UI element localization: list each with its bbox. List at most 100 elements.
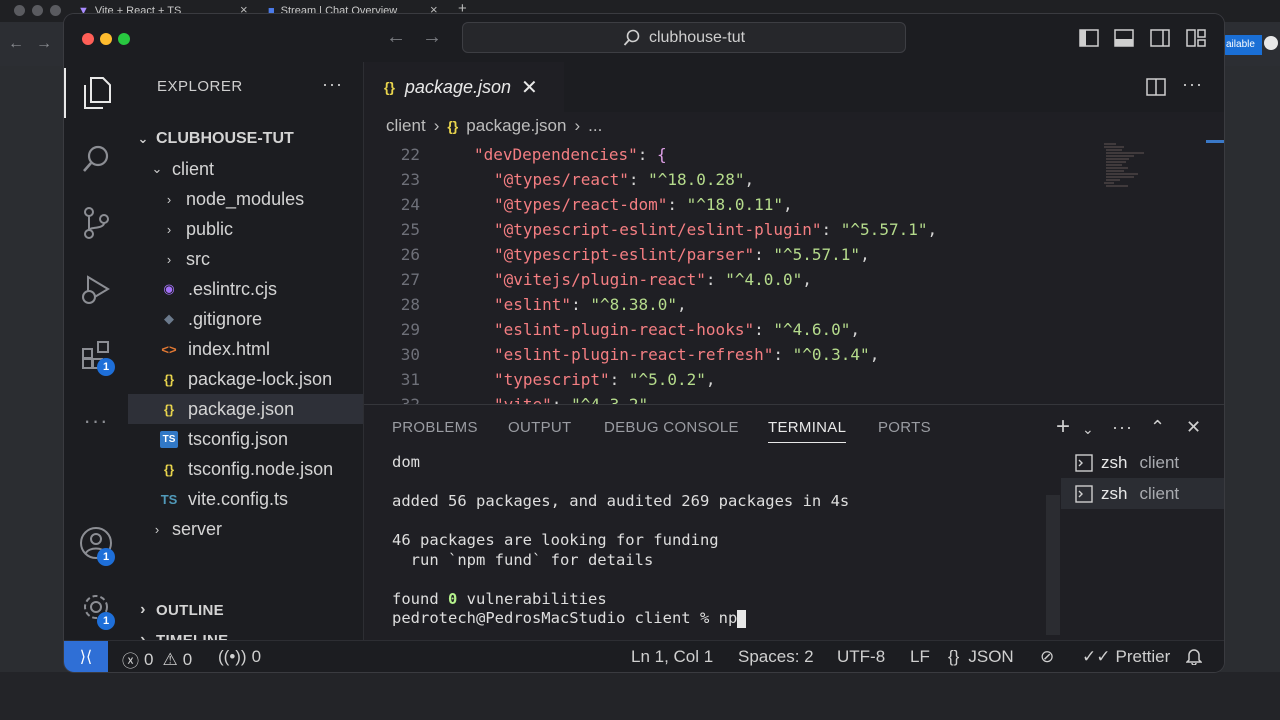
tab-output[interactable]: OUTPUT (508, 419, 571, 436)
terminal-instance-1[interactable]: zsh client (1061, 447, 1224, 478)
chevron-right-icon: › (140, 601, 146, 618)
maximize-panel-icon[interactable]: ⌃ (1150, 417, 1165, 438)
toggle-secondary-sidebar-icon[interactable] (1150, 28, 1170, 48)
customize-layout-icon[interactable] (1186, 28, 1206, 48)
breadcrumb-client[interactable]: client (386, 116, 426, 136)
tree-file-package-json[interactable]: {} package.json (128, 394, 363, 424)
minimap[interactable] (1104, 142, 1164, 202)
update-available-button[interactable]: ailable (1222, 35, 1262, 55)
explorer-more-button[interactable]: ··· (322, 74, 343, 95)
back-arrow-icon[interactable]: ← (386, 26, 406, 49)
workspace-root[interactable]: ⌄ CLUBHOUSE-TUT (128, 124, 363, 154)
tree-file-vite-config[interactable]: TS vite.config.ts (128, 484, 363, 514)
terminal-instance-2[interactable]: zsh client (1061, 478, 1224, 509)
end-of-line[interactable]: LF (910, 647, 930, 667)
close-window-button[interactable] (82, 33, 94, 45)
tree-folder-src[interactable]: › src (128, 244, 363, 274)
terminal-line: found 0 vulnerabilities (392, 589, 607, 608)
code-line: 30 "eslint-plugin-react-refresh": "^0.3.4… (364, 342, 1224, 367)
browser-minimize-dot[interactable] (32, 5, 43, 16)
browser-maximize-dot[interactable] (50, 5, 61, 16)
terminal-icon (1075, 453, 1093, 472)
chevron-down-icon[interactable]: ⌄ (1082, 421, 1094, 438)
browser-back-icon[interactable]: ← (8, 35, 24, 53)
manage-badge: 1 (97, 612, 115, 630)
toggle-panel-icon[interactable] (1114, 28, 1134, 48)
breadcrumb: client › {} package.json › ... (364, 112, 1224, 140)
explorer-activity[interactable] (64, 68, 128, 118)
code-editor[interactable]: 22 "devDependencies": {23 "@types/react": … (364, 140, 1224, 404)
tree-folder-server[interactable]: › server (128, 514, 363, 544)
code-line: 31 "typescript": "^5.0.2", (364, 367, 1224, 392)
tree-file-eslintrc[interactable]: ◉ .eslintrc.cjs (128, 274, 363, 304)
code-text: "vite": "^4.3.2" (494, 392, 648, 404)
tree-file-tsconfig-node[interactable]: {} tsconfig.node.json (128, 454, 363, 484)
code-text: "@vitejs/plugin-react": "^4.0.0", (494, 270, 812, 289)
browser-forward-icon[interactable]: → (36, 35, 52, 53)
close-panel-icon[interactable]: ✕ (1186, 417, 1201, 438)
terminal-cursor (737, 609, 747, 628)
terminal-line: run `npm fund` for details (392, 550, 654, 569)
cursor-position[interactable]: Ln 1, Col 1 (631, 647, 713, 667)
more-activity[interactable]: ··· (64, 396, 128, 446)
tree-file-index-html[interactable]: <> index.html (128, 334, 363, 364)
remote-indicator[interactable]: ⟩⟨ (64, 641, 108, 672)
maximize-window-button[interactable] (118, 33, 130, 45)
editor-more-icon[interactable]: ··· (1182, 74, 1203, 95)
explorer-sidebar: EXPLORER ··· ⌄ CLUBHOUSE-TUT ⌄ client › … (128, 62, 364, 649)
notifications-bell-icon[interactable] (1186, 647, 1202, 665)
terminal-scrollbar[interactable] (1046, 495, 1060, 635)
extensions-activity[interactable]: 1 (64, 330, 128, 380)
outline-section[interactable]: › OUTLINE (128, 595, 363, 625)
panel-more-icon[interactable]: ··· (1112, 417, 1133, 438)
editor-tab-bar: {} package.json ✕ ··· (364, 62, 1224, 112)
prettier-status[interactable]: ✓✓ Prettier (1082, 647, 1170, 667)
minimize-window-button[interactable] (100, 33, 112, 45)
toggle-primary-sidebar-icon[interactable] (1079, 28, 1099, 48)
chevron-right-icon: › (166, 221, 172, 237)
tab-ports[interactable]: PORTS (878, 419, 931, 436)
new-terminal-icon[interactable]: + (1056, 413, 1070, 441)
title-bar: ← → clubhouse-tut (64, 14, 1224, 62)
tree-file-package-lock[interactable]: {} package-lock.json (128, 364, 363, 394)
check-icon: ✓✓ (1082, 647, 1111, 666)
tree-file-tsconfig[interactable]: TS tsconfig.json (128, 424, 363, 454)
run-debug-activity[interactable] (64, 264, 128, 314)
source-control-activity[interactable] (64, 198, 128, 248)
copilot-status[interactable]: ⊘ (1040, 647, 1054, 667)
chevron-right-icon: › (154, 521, 160, 537)
browser-close-dot[interactable] (14, 5, 25, 16)
split-editor-icon[interactable] (1146, 77, 1166, 97)
terminal-output[interactable]: dom added 56 packages, and audited 269 p… (392, 453, 1042, 629)
tab-package-json[interactable]: {} package.json ✕ (364, 62, 564, 112)
close-icon[interactable]: ✕ (521, 75, 538, 100)
search-activity[interactable] (64, 134, 128, 184)
ports-status[interactable]: ((•)) 0 (218, 647, 261, 667)
tree-folder-public[interactable]: › public (128, 214, 363, 244)
encoding[interactable]: UTF-8 (837, 647, 885, 667)
breadcrumb-symbol[interactable]: ... (588, 116, 602, 136)
accounts-activity[interactable]: 1 (64, 518, 128, 568)
tree-file-gitignore[interactable]: ◆ .gitignore (128, 304, 363, 334)
tab-debug-console[interactable]: DEBUG CONSOLE (604, 419, 739, 436)
command-center-search[interactable]: clubhouse-tut (462, 22, 906, 53)
problems-status[interactable]: ⓧ 0 ⚠ 0 (122, 647, 192, 672)
tree-folder-client[interactable]: ⌄ client (128, 154, 363, 184)
forward-arrow-icon[interactable]: → (422, 26, 442, 49)
braces-icon: {} (948, 647, 960, 666)
tab-problems[interactable]: PROBLEMS (392, 419, 478, 436)
breadcrumb-file[interactable]: package.json (466, 116, 566, 136)
json-icon: {} (163, 371, 175, 387)
tab-terminal[interactable]: TERMINAL (768, 419, 847, 443)
status-bar: ⟩⟨ ⓧ 0 ⚠ 0 ((•)) 0 Ln 1, Col 1 Spaces: 2… (64, 640, 1224, 672)
manage-activity[interactable]: 1 (64, 582, 128, 632)
terminal-prompt[interactable]: pedrotech@PedrosMacStudio client % np (392, 609, 1042, 629)
tree-folder-node-modules[interactable]: › node_modules (128, 184, 363, 214)
code-text: "@types/react-dom": "^18.0.11", (494, 195, 793, 214)
indentation[interactable]: Spaces: 2 (738, 647, 814, 667)
line-number: 27 (400, 270, 420, 289)
circle-icon[interactable] (1264, 36, 1278, 50)
code-text: "eslint-plugin-react-refresh": "^0.3.4", (494, 345, 880, 364)
chevron-right-icon: › (166, 251, 172, 267)
language-mode[interactable]: {} JSON (948, 647, 1014, 667)
